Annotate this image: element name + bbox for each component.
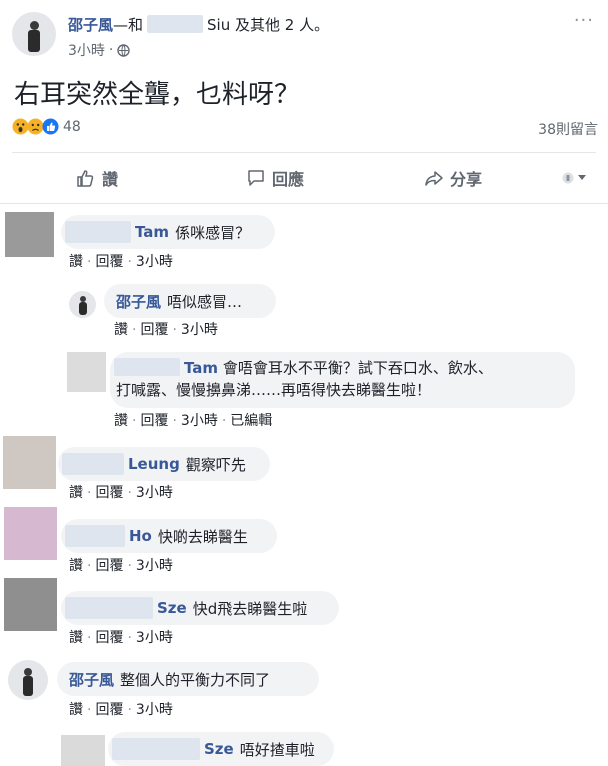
comment-text: 唔好揸車啦 [239,740,315,759]
share-button[interactable]: 分享 [424,166,482,190]
post-time[interactable]: 3小時 [68,40,105,60]
replier-avatar[interactable] [67,352,106,392]
reply-link[interactable]: 回覆 [95,254,123,270]
commenter-avatar[interactable] [4,578,57,631]
share-arrow-icon [424,168,444,188]
reply-link[interactable]: 回覆 [140,322,168,338]
comment-bubble: Leung 觀察吓先 [58,447,270,481]
mini-avatar-icon [562,172,574,184]
comment-actions: 讚 · 回覆 · 3小時 [114,322,218,338]
commenter-name[interactable]: Ho [129,527,152,545]
divider-top [12,152,596,153]
comment-text: 係咪感冒？ [175,223,251,242]
commenter-avatar[interactable] [3,436,56,489]
like-reaction-icon [42,118,59,135]
comment-actions: 讚 · 回覆 · 3小時 [69,254,173,270]
comment-bubble: Ho 快啲去睇醫生 [61,519,277,553]
comment-text: 整個人的平衡力不同了 [120,670,271,689]
comment-count[interactable]: 38則留言 [538,119,598,139]
like-link[interactable]: 讚 [114,322,128,338]
like-link[interactable]: 讚 [69,558,83,574]
commenter-name[interactable]: 邵子風 [69,669,114,690]
comment-text: 唔似感冒… [167,292,243,311]
reply-bubble: Sze 唔好揸車啦 [108,732,334,766]
reaction-count: 48 [63,118,81,135]
like-link[interactable]: 讚 [114,413,128,429]
comment-time[interactable]: 3小時 [136,702,173,718]
redacted-name [62,453,124,475]
commenter-name[interactable]: Tam [135,223,169,241]
commenter-name[interactable]: Tam [184,359,218,377]
comment-actions: 讚 · 回覆 · 3小時 [69,702,173,718]
thumbs-up-icon [76,168,96,188]
reply-bubble: 邵子風 唔似感冒… [104,284,276,318]
comment-bubble: 邵子風 整個人的平衡力不同了 [57,662,319,696]
comment-time[interactable]: 3小時 [181,322,218,338]
author-comment-avatar[interactable] [8,660,48,700]
replier-avatar[interactable] [61,735,105,766]
comment-bubble: Tam 係咪感冒？ [61,215,275,249]
comment-text: 快d飛去睇醫生啦 [192,599,308,618]
redacted-name [65,221,131,243]
like-button[interactable]: 讚 [76,166,118,190]
comment-actions: 讚 · 回覆 · 3小時 [69,630,173,646]
like-label: 讚 [102,170,119,189]
redacted-name [65,597,153,619]
audience-icon[interactable] [117,43,131,57]
comment-text-line2: 打喊露、慢慢擤鼻涕……再唔得快去睇醫生啦！ [116,381,432,399]
comment-text: 觀察吓先 [185,455,246,474]
post-meta: 3小時 · [68,40,131,60]
share-label: 分享 [450,170,483,189]
reply-link[interactable]: 回覆 [95,558,123,574]
commenter-avatar[interactable] [5,212,54,257]
like-link[interactable]: 讚 [69,485,83,501]
comment-actions: 讚 · 回覆 · 3小時 [69,485,173,501]
reply-bubble-long: Tam 會唔會耳水不平衡？試下吞口水、飲水、 打喊露、慢慢擤鼻涕……再唔得快去睇… [110,352,575,408]
comment-button[interactable]: 回應 [246,166,304,190]
comment-as-selector[interactable] [562,172,586,184]
more-options-icon[interactable]: ··· [574,10,594,31]
comment-time[interactable]: 3小時 [136,485,173,501]
speech-bubble-icon [246,168,266,188]
caret-down-icon [578,175,586,181]
commenter-name[interactable]: Sze [204,740,234,758]
reactions-summary[interactable]: 48 [12,118,81,135]
comment-time[interactable]: 3小時 [181,413,218,429]
reply-link[interactable]: 回覆 [140,413,168,429]
commenter-name[interactable]: Sze [157,599,187,617]
post-text: 右耳突然全聾，乜料呀？ [14,80,301,110]
comment-actions: 讚 · 回覆 · 3小時 · 已編輯 [114,413,273,429]
redacted-name [114,358,180,376]
comment-text-line1: 會唔會耳水不平衡？試下吞口水、飲水、 [222,359,493,377]
comment-bubble: Sze 快d飛去睇醫生啦 [61,591,339,625]
meta-dot: · [108,42,114,58]
edited-label[interactable]: 已編輯 [230,413,272,429]
reply-link[interactable]: 回覆 [95,630,123,646]
comment-time[interactable]: 3小時 [136,254,173,270]
commenter-avatar[interactable] [4,507,57,560]
author-reply-avatar[interactable] [69,291,96,318]
like-link[interactable]: 讚 [69,630,83,646]
commenter-name[interactable]: 邵子風 [116,291,161,312]
post-header-line: 邵子風—和 Siu 及其他 2 人。 [68,14,329,35]
redacted-name [65,525,125,547]
with-suffix[interactable]: Siu 及其他 2 人。 [207,16,329,34]
reply-link[interactable]: 回覆 [95,485,123,501]
commenter-name[interactable]: Leung [128,455,180,473]
like-link[interactable]: 讚 [69,702,83,718]
redacted-name [147,15,204,33]
comment-actions: 讚 · 回覆 · 3小時 [69,558,173,574]
reply-link[interactable]: 回覆 [95,702,123,718]
with-prefix: —和 [113,16,144,34]
author-name[interactable]: 邵子風 [68,16,113,34]
comment-time[interactable]: 3小時 [136,630,173,646]
comment-label: 回應 [272,170,305,189]
like-link[interactable]: 讚 [69,254,83,270]
redacted-name [112,738,200,760]
comment-text: 快啲去睇醫生 [157,527,248,546]
divider-bottom [0,203,608,204]
author-avatar[interactable] [12,12,56,56]
comment-time[interactable]: 3小時 [136,558,173,574]
